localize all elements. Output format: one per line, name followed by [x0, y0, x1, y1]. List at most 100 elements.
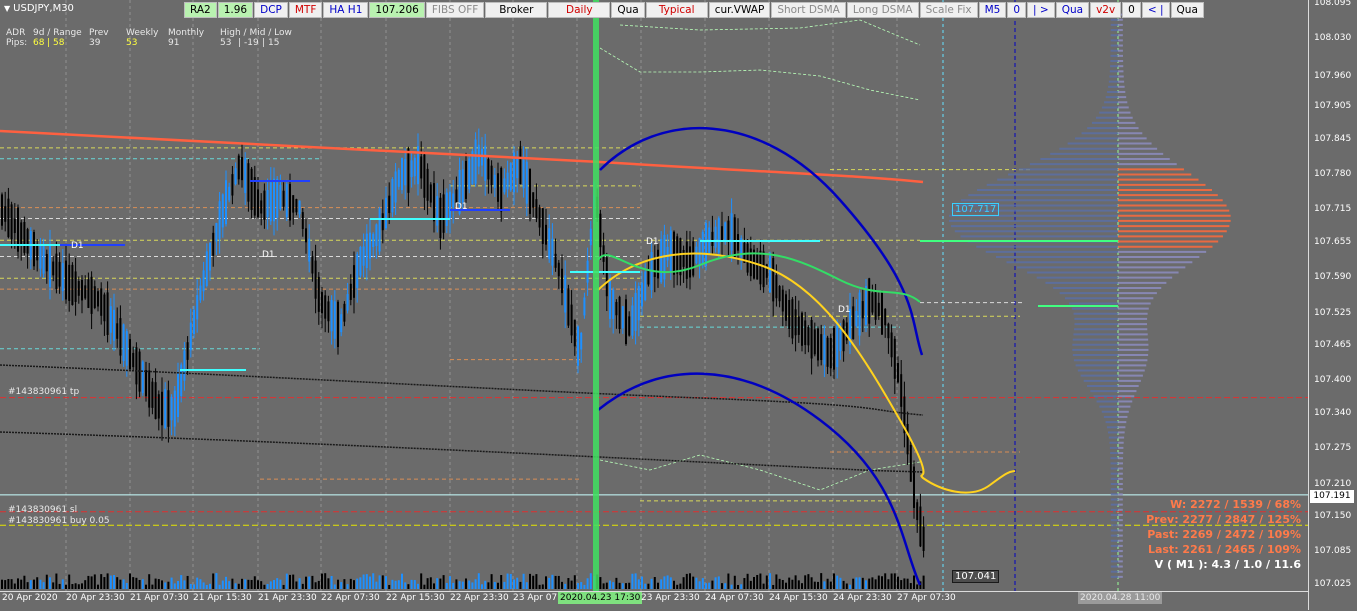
candle-body — [852, 306, 855, 340]
candle-body — [634, 292, 637, 331]
candle-body — [324, 295, 327, 319]
candle-body — [36, 245, 39, 261]
volume-bar — [538, 584, 541, 589]
volume-bar — [881, 576, 883, 589]
toolbar-button[interactable]: MTF — [288, 2, 323, 18]
candle-body — [618, 296, 621, 330]
volume-bar — [388, 584, 391, 589]
candle-body — [279, 184, 282, 210]
candle-body — [855, 310, 858, 326]
toolbar-button[interactable]: cur.VWAP — [708, 2, 771, 18]
toolbar-button[interactable]: 0 — [1122, 2, 1141, 18]
stats-line: W: 2272 / 1539 / 68% — [1170, 498, 1301, 511]
candle-body — [519, 146, 522, 185]
volume-bar — [39, 579, 42, 589]
volume-bar — [135, 577, 138, 589]
volume-bar — [327, 578, 330, 589]
candle-body — [141, 361, 144, 394]
volume-bar — [97, 584, 99, 589]
stats-line: Past: 2269 / 2472 / 109% — [1147, 528, 1301, 541]
volume-bar — [621, 583, 624, 589]
toolbar-button[interactable]: M5 — [978, 2, 1007, 18]
toolbar-button[interactable]: v2v — [1090, 2, 1122, 18]
toolbar-button[interactable]: Short DSMA — [771, 2, 846, 18]
candle-body — [257, 189, 259, 218]
candle-body — [349, 283, 352, 300]
candle-body — [794, 309, 797, 336]
candle-body — [881, 291, 883, 335]
toolbar-button[interactable]: FIBS OFF — [425, 2, 485, 18]
candle-body — [404, 159, 407, 186]
toolbar-button[interactable]: HA H1 — [323, 2, 369, 18]
candle-body — [225, 180, 227, 225]
volume-bar — [567, 578, 570, 589]
toolbar-button[interactable]: 1.96 — [217, 2, 254, 18]
toolbar-button[interactable]: Daily — [548, 2, 611, 18]
candle-body — [525, 161, 528, 204]
volume-bar — [164, 582, 167, 589]
candle-body — [170, 396, 173, 421]
volume-bar — [199, 579, 202, 589]
volume-bar — [186, 575, 189, 589]
candle-body — [865, 285, 867, 325]
price-chart[interactable] — [0, 0, 1308, 591]
candle-body — [365, 233, 368, 269]
candle-body — [356, 254, 359, 288]
candle-body — [241, 156, 243, 181]
volume-bar — [452, 582, 455, 589]
candle-body — [858, 292, 861, 336]
candle-body — [346, 294, 349, 311]
volume-bar — [154, 578, 157, 589]
volume-bar — [823, 581, 826, 589]
volume-bar — [759, 573, 762, 589]
toolbar-button[interactable]: Qua — [1170, 2, 1204, 18]
candle-body — [116, 323, 119, 339]
volume-bar — [311, 575, 314, 589]
toolbar-button[interactable]: 0 — [1007, 2, 1027, 18]
volume-bar — [906, 578, 909, 589]
toolbar-button[interactable]: 107.206 — [369, 2, 425, 18]
volume-bar — [551, 574, 554, 589]
candle-body — [311, 256, 314, 274]
volume-bar — [177, 580, 179, 589]
volume-bar — [71, 584, 74, 589]
toolbar-button[interactable]: Scale Fix — [919, 2, 978, 18]
candle-body — [589, 228, 592, 246]
toolbar-button[interactable]: DCP — [254, 2, 288, 18]
volume-bar — [717, 576, 720, 589]
candle-body — [797, 316, 800, 335]
volume-bar — [375, 581, 378, 589]
volume-bar — [436, 578, 439, 589]
volume-bar — [100, 574, 103, 589]
toolbar-button[interactable]: < | — [1141, 2, 1170, 18]
time-cursor-label: 2020.04.23 17:30 — [558, 592, 643, 604]
volume-bar — [260, 581, 263, 589]
volume-bar — [426, 578, 429, 589]
volume-bar — [1, 579, 3, 589]
volume-bar — [125, 582, 128, 589]
volume-bar — [349, 578, 352, 589]
candle-body — [730, 213, 733, 251]
candle-body — [919, 506, 922, 547]
adr-value: 53 — [126, 38, 138, 48]
volume-bar — [90, 576, 93, 589]
volume-bar — [468, 580, 471, 589]
candle-body — [1, 194, 3, 226]
toolbar-button[interactable]: RA2 — [184, 2, 217, 18]
toolbar-button[interactable]: Typical — [645, 2, 708, 18]
toolbar-button[interactable]: | > — [1027, 2, 1055, 18]
volume-bar — [298, 578, 301, 589]
volume-bar — [609, 580, 611, 589]
candle-body — [823, 334, 826, 365]
toolbar-button[interactable]: Broker — [485, 2, 548, 18]
toolbar-button[interactable]: Long DSMA — [846, 2, 919, 18]
volume-bar — [503, 581, 506, 589]
candle-body — [420, 156, 423, 179]
volume-bar — [122, 579, 125, 589]
candle-body — [532, 192, 535, 208]
volume-bar — [861, 577, 864, 589]
toolbar-button[interactable]: Qua — [611, 2, 645, 18]
adr-header: 9d / Range — [33, 28, 82, 38]
toolbar-button[interactable]: Qua — [1055, 2, 1090, 18]
candle-body — [317, 276, 320, 312]
